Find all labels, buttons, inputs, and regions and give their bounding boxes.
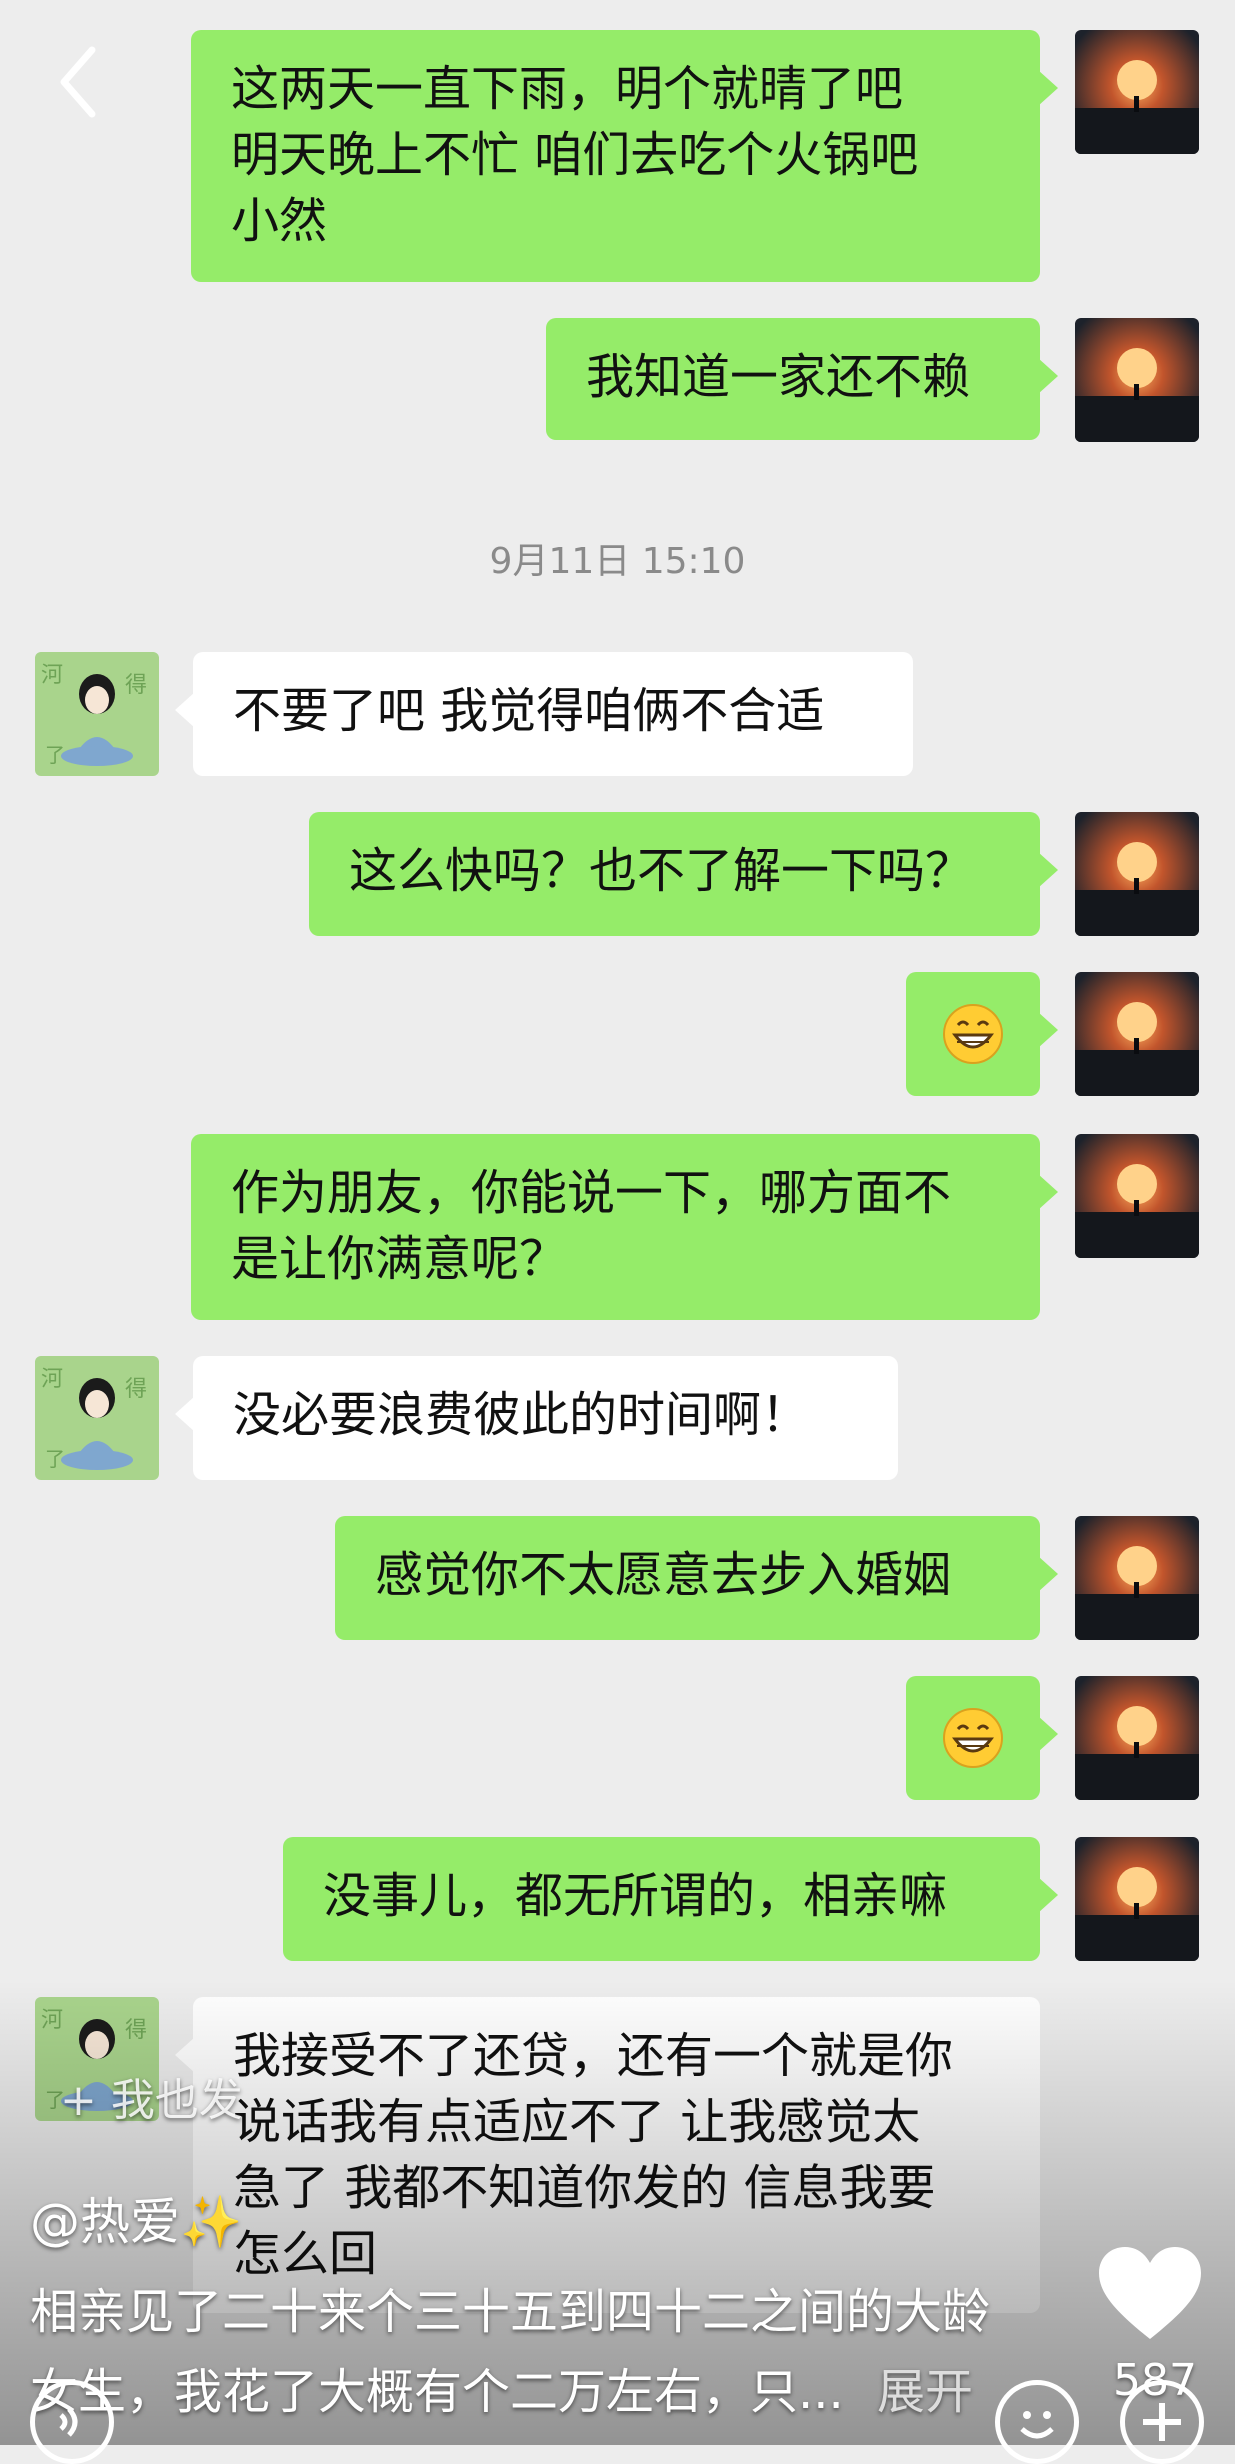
svg-text:得: 得: [125, 1377, 147, 1402]
post-description-line: 女生，我花了大概有个二万左右，只... 展开: [30, 2352, 973, 2422]
my-avatar[interactable]: [1075, 1516, 1199, 1640]
post-description-line: 相亲见了二十来个三十五到四十二之间的大龄: [30, 2284, 991, 2340]
my-avatar[interactable]: [1075, 30, 1199, 154]
message-text: 我接受不了还贷，还有一个就是你: [233, 2028, 954, 2084]
her-message-bubble: 我接受不了还贷，还有一个就是你 说话我有点适应不了 让我感觉太 急了 我都不知道…: [175, 1997, 1040, 2313]
message-text: 没事儿，都无所谓的，相亲嘛: [323, 1868, 948, 1924]
my-avatar[interactable]: [1075, 1134, 1199, 1258]
my-emoji-bubble: [906, 972, 1058, 1096]
my-emoji-bubble: [906, 1676, 1058, 1800]
also-post-watermark[interactable]: + 我也发: [60, 2064, 243, 2128]
message-text: 我知道一家还不赖: [586, 349, 971, 405]
message-text: 感觉你不太愿意去步入婚姻: [375, 1547, 952, 1603]
my-avatar[interactable]: [1075, 972, 1199, 1096]
her-message-bubble: 没必要浪费彼此的时间啊！: [175, 1356, 898, 1480]
message-text: 是让你满意呢？: [231, 1231, 568, 1287]
her-avatar[interactable]: 河得了: [35, 1356, 159, 1480]
author-name: @热爱: [30, 2193, 180, 2251]
audio-button[interactable]: [30, 2380, 114, 2464]
my-avatar[interactable]: [1075, 318, 1199, 442]
like-button[interactable]: [1095, 2245, 1205, 2345]
my-message-bubble: 这两天一直下雨，明个就晴了吧 明天晚上不忙 咱们去吃个火锅吧 小然: [191, 30, 1058, 282]
emoji-button[interactable]: [995, 2380, 1079, 2464]
smiley-icon: [1020, 2411, 1054, 2439]
message-text: 没必要浪费彼此的时间啊！: [233, 1387, 810, 1443]
my-message-bubble: 这么快吗？也不了解一下吗？: [309, 812, 1058, 936]
message-text: 这么快吗？也不了解一下吗？: [349, 843, 974, 899]
grin-emoji: [943, 1708, 1003, 1768]
svg-text:得: 得: [125, 673, 147, 698]
her-avatar[interactable]: 河得了: [35, 652, 159, 776]
post-description-text: 女生，我花了大概有个二万左右，只...: [30, 2364, 844, 2420]
heart-icon: [1099, 2247, 1201, 2339]
my-avatar[interactable]: [1075, 812, 1199, 936]
my-message-bubble: 感觉你不太愿意去步入婚姻: [335, 1516, 1058, 1640]
message-text: 作为朋友，你能说一下，哪方面不: [231, 1165, 952, 1221]
message-text: 明天晚上不忙 咱们去吃个火锅吧: [231, 127, 919, 183]
svg-text:河: 河: [41, 663, 63, 688]
author-handle[interactable]: @热爱✨: [30, 2182, 242, 2254]
svg-text:河: 河: [41, 1367, 63, 1392]
message-text: 这两天一直下雨，明个就晴了吧: [231, 61, 904, 117]
message-text: 急了 我都不知道你发的 信息我要: [233, 2160, 936, 2216]
grin-emoji: [943, 1004, 1003, 1064]
her-message-bubble: 不要了吧 我觉得咱俩不合适: [175, 652, 913, 776]
svg-text:河: 河: [41, 2008, 63, 2033]
my-message-bubble: 没事儿，都无所谓的，相亲嘛: [283, 1837, 1058, 1961]
plus-icon: [1143, 2403, 1181, 2441]
my-message-bubble: 作为朋友，你能说一下，哪方面不 是让你满意呢？: [191, 1134, 1058, 1320]
sparkles-emoji: ✨: [180, 2193, 243, 2251]
add-button[interactable]: [1120, 2380, 1204, 2464]
message-text: 说话我有点适应不了 让我感觉太: [233, 2094, 921, 2150]
audio-icon: [59, 2407, 78, 2437]
my-avatar[interactable]: [1075, 1676, 1199, 1800]
my-message-bubble: 我知道一家还不赖: [546, 318, 1058, 440]
svg-text:得: 得: [125, 2018, 147, 2043]
my-avatar[interactable]: [1075, 1837, 1199, 1961]
message-text: 不要了吧 我觉得咱俩不合适: [233, 683, 825, 739]
expand-link[interactable]: 展开: [877, 2364, 973, 2420]
message-text: 小然: [231, 193, 328, 249]
chat-timestamp: 9月11日 15:10: [489, 541, 746, 582]
